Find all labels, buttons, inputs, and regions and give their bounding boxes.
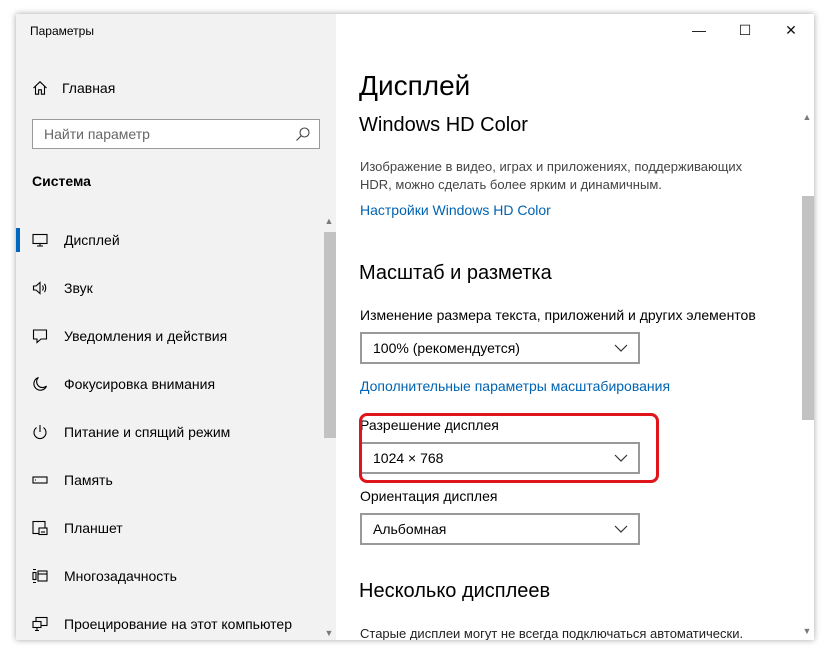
hdr-description-line2: HDR, можно сделать более ярким и динамич… bbox=[360, 177, 662, 192]
close-button[interactable]: ✕ bbox=[768, 14, 814, 46]
sidebar-item-storage[interactable]: Память bbox=[16, 456, 320, 504]
scale-dropdown[interactable]: 100% (рекомендуется) bbox=[360, 332, 640, 364]
sidebar-item-label: Дисплей bbox=[64, 232, 120, 248]
sidebar-item-notifications[interactable]: Уведомления и действия bbox=[16, 312, 320, 360]
hdr-settings-link[interactable]: Настройки Windows HD Color bbox=[360, 202, 551, 218]
section-title: Система bbox=[32, 173, 91, 189]
main-scrollbar[interactable]: ▲ ▼ bbox=[797, 46, 814, 640]
hdr-heading: Windows HD Color bbox=[359, 114, 528, 136]
home-icon bbox=[32, 80, 48, 96]
sidebar-item-sound[interactable]: Звук bbox=[16, 264, 320, 312]
multitasking-icon bbox=[32, 568, 48, 584]
sidebar-item-label: Звук bbox=[64, 280, 93, 296]
scale-value: 100% (рекомендуется) bbox=[373, 340, 520, 356]
page-title: Дисплей bbox=[359, 70, 471, 101]
sidebar-item-focus-assist[interactable]: Фокусировка внимания bbox=[16, 360, 320, 408]
sidebar-item-label: Планшет bbox=[64, 520, 123, 536]
hdr-description-line1: Изображение в видео, играх и приложениях… bbox=[360, 159, 743, 174]
sidebar-item-power[interactable]: Питание и спящий режим bbox=[16, 408, 320, 456]
window-controls: — ☐ ✕ bbox=[676, 14, 814, 46]
maximize-button[interactable]: ☐ bbox=[722, 14, 768, 46]
main-content: — ☐ ✕ Дисплей Windows HD Color Изображен… bbox=[336, 14, 814, 640]
speaker-icon bbox=[32, 280, 48, 296]
notification-icon bbox=[32, 328, 48, 344]
sidebar-item-label: Многозадачность bbox=[64, 568, 177, 584]
storage-icon bbox=[32, 472, 48, 488]
search-box[interactable] bbox=[32, 119, 320, 149]
search-icon[interactable] bbox=[295, 126, 311, 142]
search-input[interactable] bbox=[44, 126, 295, 142]
advanced-scaling-link[interactable]: Дополнительные параметры масштабирования bbox=[360, 378, 670, 394]
sidebar-item-label: Проецирование на этот компьютер bbox=[64, 616, 292, 632]
sidebar-item-tablet[interactable]: Планшет bbox=[16, 504, 320, 552]
sidebar-item-label: Фокусировка внимания bbox=[64, 376, 216, 392]
monitor-icon bbox=[32, 232, 48, 248]
projecting-icon bbox=[32, 616, 48, 632]
home-label: Главная bbox=[62, 80, 116, 96]
sidebar-item-label: Память bbox=[64, 472, 113, 488]
orientation-dropdown[interactable]: Альбомная bbox=[360, 513, 640, 545]
sidebar-home-link[interactable]: Главная bbox=[32, 77, 115, 99]
chevron-down-icon bbox=[614, 344, 628, 352]
power-icon bbox=[32, 424, 48, 440]
multiple-displays-description: Старые дисплеи могут не всегда подключат… bbox=[360, 626, 744, 640]
sidebar: Параметры Главная Система Дисплей bbox=[16, 14, 338, 640]
scroll-down-icon[interactable]: ▼ bbox=[802, 626, 812, 636]
sidebar-item-display[interactable]: Дисплей bbox=[16, 216, 320, 264]
sidebar-item-label: Уведомления и действия bbox=[64, 328, 228, 344]
orientation-value: Альбомная bbox=[373, 521, 447, 537]
resolution-highlight-frame bbox=[359, 413, 659, 483]
orientation-label: Ориентация дисплея bbox=[360, 488, 498, 504]
sidebar-item-multitasking[interactable]: Многозадачность bbox=[16, 552, 320, 600]
moon-icon bbox=[32, 376, 48, 392]
scale-label: Изменение размера текста, приложений и д… bbox=[360, 307, 756, 323]
main-scroll-thumb[interactable] bbox=[802, 196, 814, 420]
scroll-down-icon[interactable]: ▼ bbox=[324, 628, 334, 638]
scroll-up-icon[interactable]: ▲ bbox=[802, 112, 812, 122]
sidebar-item-label: Питание и спящий режим bbox=[64, 424, 231, 440]
sidebar-scrollbar[interactable]: ▲ ▼ bbox=[320, 214, 338, 640]
sidebar-nav: Дисплей Звук Уведомления и действия Фоку… bbox=[16, 216, 320, 640]
scroll-up-icon[interactable]: ▲ bbox=[324, 216, 334, 226]
minimize-button[interactable]: — bbox=[676, 14, 722, 46]
window-title: Параметры bbox=[30, 24, 94, 38]
sidebar-item-projecting[interactable]: Проецирование на этот компьютер bbox=[16, 600, 320, 640]
settings-window: Параметры Главная Система Дисплей bbox=[16, 14, 814, 640]
chevron-down-icon bbox=[614, 525, 628, 533]
multiple-displays-heading: Несколько дисплеев bbox=[359, 580, 551, 602]
tablet-icon bbox=[32, 520, 48, 536]
scale-layout-heading: Масштаб и разметка bbox=[359, 262, 552, 284]
